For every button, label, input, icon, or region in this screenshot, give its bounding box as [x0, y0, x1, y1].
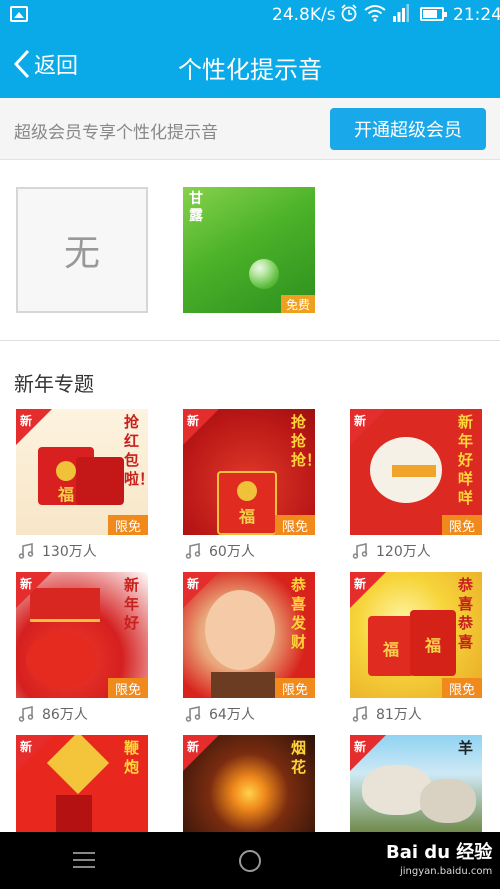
listen-count: 130万人: [18, 541, 97, 561]
ringtone-card[interactable]: 新年好咩咩 新 限免: [350, 409, 482, 535]
lantern-image: [26, 632, 96, 688]
section-divider: [0, 340, 500, 341]
listen-count: 120万人: [352, 541, 431, 561]
ringtone-card[interactable]: 烟花 新: [183, 735, 315, 832]
section-title: 新年专题: [14, 372, 94, 396]
ringtone-card[interactable]: 新年好 新 限免: [16, 572, 148, 698]
music-note-icon: [18, 706, 34, 722]
page-title: 个性化提示音: [178, 56, 322, 84]
limited-free-badge: 限免: [275, 515, 315, 535]
new-badge-label: 新: [187, 414, 200, 428]
listen-count-value: 81万人: [376, 707, 422, 723]
new-badge-label: 新: [354, 577, 367, 591]
ringtone-card[interactable]: 福 抢抢抢！ 新 限免: [183, 409, 315, 535]
open-super-vip-button[interactable]: 开通超级会员: [330, 108, 486, 150]
clock: 21:24: [453, 5, 500, 25]
banner-image: [392, 465, 436, 477]
card-label: 抢红包啦！: [124, 413, 148, 488]
tone-option-none[interactable]: 无: [16, 187, 148, 313]
new-badge-label: 新: [187, 577, 200, 591]
new-badge-label: 新: [20, 414, 33, 428]
signal-icon: [393, 4, 409, 22]
listen-count: 64万人: [185, 704, 255, 724]
listen-count-value: 86万人: [42, 707, 88, 723]
red-envelope-image: [76, 457, 124, 505]
status-bar: 24.8K/s 21:24: [0, 0, 500, 30]
music-note-icon: [185, 543, 201, 559]
listen-count: 86万人: [18, 704, 88, 724]
music-note-icon: [352, 543, 368, 559]
ringtone-card[interactable]: 羊 新: [350, 735, 482, 832]
limited-free-badge: 限免: [442, 678, 482, 698]
home-icon[interactable]: [239, 850, 261, 872]
menu-icon[interactable]: [73, 852, 95, 868]
wifi-icon: [364, 5, 386, 22]
listen-count: 60万人: [185, 541, 255, 561]
tone-option-ganlu[interactable]: 甘露 免费: [183, 187, 315, 313]
firecracker-image: [46, 735, 110, 795]
card-label: 鞭炮: [124, 739, 140, 776]
red-envelope-image: 福: [217, 471, 277, 535]
new-badge-label: 新: [354, 740, 367, 754]
card-label: 恭喜发财: [291, 576, 307, 651]
firecracker-image: [56, 795, 92, 832]
music-note-icon: [352, 706, 368, 722]
picture-icon: [10, 6, 28, 22]
limited-free-badge: 限免: [108, 678, 148, 698]
battery-icon: [420, 7, 447, 21]
watermark-url: jingyan.baidu.com: [400, 866, 493, 877]
promo-text: 超级会员专享个性化提示音: [14, 123, 218, 143]
music-note-icon: [18, 543, 34, 559]
new-badge-label: 新: [354, 414, 367, 428]
card-label: 新年好: [124, 576, 140, 632]
red-envelope-image: 福: [410, 610, 456, 676]
card-label: 恭喜恭喜: [458, 576, 474, 651]
tone-none-label: 无: [63, 233, 100, 274]
listen-count-value: 120万人: [376, 544, 431, 560]
new-badge-label: 新: [20, 577, 33, 591]
listen-count-value: 130万人: [42, 544, 97, 560]
music-note-icon: [185, 706, 201, 722]
limited-free-badge: 限免: [275, 678, 315, 698]
baidu-jingyan-watermark: Bai du 经验: [386, 842, 493, 863]
header-bar: 返回 个性化提示音: [0, 30, 500, 98]
ringtone-card[interactable]: 恭喜发财 新 限免: [183, 572, 315, 698]
listen-count-value: 64万人: [209, 707, 255, 723]
net-speed: 24.8K/s: [272, 5, 336, 25]
ringtone-card[interactable]: 鞭炮 新: [16, 735, 148, 832]
red-envelope-image: 福: [368, 616, 414, 676]
card-label: 羊: [458, 739, 474, 757]
card-label: 新年好咩咩: [458, 413, 474, 507]
promo-banner: 超级会员专享个性化提示音 开通超级会员: [0, 98, 500, 160]
ringtone-card[interactable]: 福 抢红包啦！ 新 限免: [16, 409, 148, 535]
limited-free-badge: 限免: [108, 515, 148, 535]
limited-free-badge: 限免: [442, 515, 482, 535]
alarm-icon: [341, 4, 357, 22]
card-label: 抢抢抢！: [291, 413, 315, 469]
ringtone-card[interactable]: 福 福 恭喜恭喜 新 限免: [350, 572, 482, 698]
card-label: 烟花: [291, 739, 307, 776]
tone-ganlu-label: 甘露: [189, 191, 203, 224]
baby-clothes-image: [211, 672, 275, 698]
listen-count: 81万人: [352, 704, 422, 724]
free-badge: 免费: [281, 295, 315, 313]
listen-count-value: 60万人: [209, 544, 255, 560]
sheep-image: [420, 779, 476, 823]
water-drop-image: [249, 259, 279, 289]
new-badge-label: 新: [20, 740, 33, 754]
new-badge-label: 新: [187, 740, 200, 754]
